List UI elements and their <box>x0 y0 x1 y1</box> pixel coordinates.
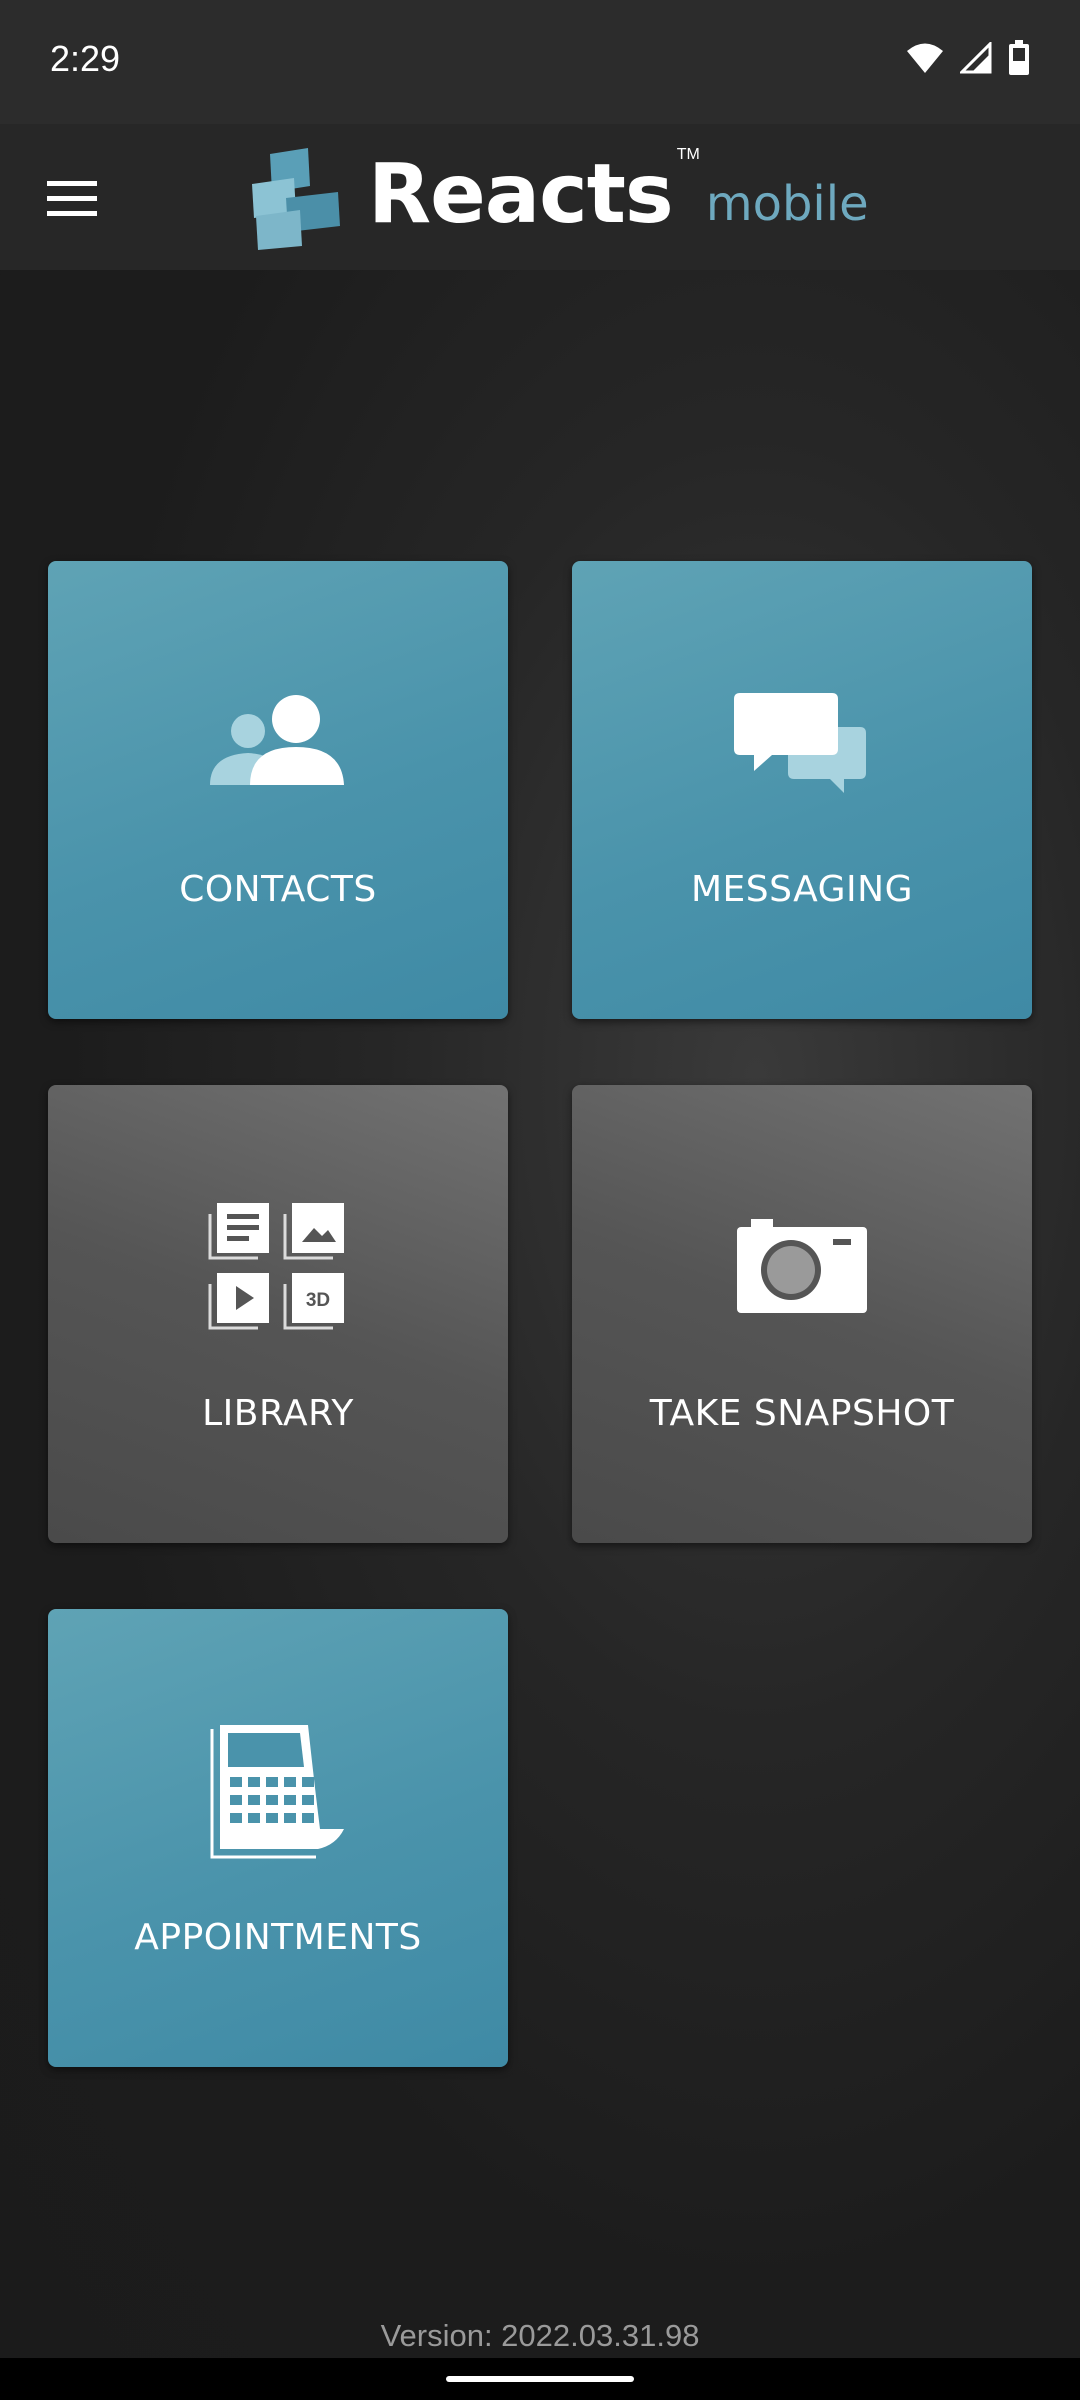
contacts-tile[interactable]: CONTACTS <box>48 561 508 1019</box>
library-label: LIBRARY <box>202 1393 354 1434</box>
camera-icon <box>737 1219 867 1313</box>
menu-button[interactable] <box>40 166 104 230</box>
messaging-tile[interactable]: MESSAGING <box>572 561 1032 1019</box>
take-snapshot-label: TAKE SNAPSHOT <box>649 1393 955 1434</box>
appointments-label: APPOINTMENTS <box>134 1917 422 1958</box>
calendar-icon <box>210 1725 344 1859</box>
status-icons <box>906 40 1030 76</box>
library-icon: 3D <box>208 1203 344 1330</box>
messaging-label: MESSAGING <box>690 869 913 910</box>
home-gesture-handle[interactable] <box>446 2376 634 2382</box>
logo-subtitle: mobile <box>705 176 869 232</box>
app-bar: Reacts TM mobile <box>0 124 1080 270</box>
reacts-logo-icon <box>252 148 340 250</box>
library-3d-badge: 3D <box>306 1290 330 1311</box>
reacts-logo: Reacts TM mobile <box>250 146 869 250</box>
system-nav-bar <box>0 2358 1080 2400</box>
home-screen: 2:29 Reacts TM mobile CONTACTS MESSAGING… <box>0 0 1080 2400</box>
appointments-tile[interactable]: APPOINTMENTS <box>48 1609 508 2067</box>
library-tile[interactable]: 3D LIBRARY <box>48 1085 508 1543</box>
version-text: Version: 2022.03.31.98 <box>380 2318 700 2353</box>
logo-wordmark: Reacts <box>368 147 674 242</box>
contacts-icon <box>210 695 344 785</box>
contacts-label: CONTACTS <box>179 869 377 910</box>
battery-icon <box>1009 40 1029 75</box>
messaging-icon <box>734 693 866 793</box>
wifi-icon <box>907 43 943 73</box>
logo-trademark: TM <box>676 146 700 163</box>
take-snapshot-tile[interactable]: TAKE SNAPSHOT <box>572 1085 1032 1543</box>
status-time: 2:29 <box>50 38 121 79</box>
status-bar: 2:29 <box>0 0 1080 124</box>
signal-icon <box>960 42 992 74</box>
hamburger-menu-icon <box>47 181 97 216</box>
